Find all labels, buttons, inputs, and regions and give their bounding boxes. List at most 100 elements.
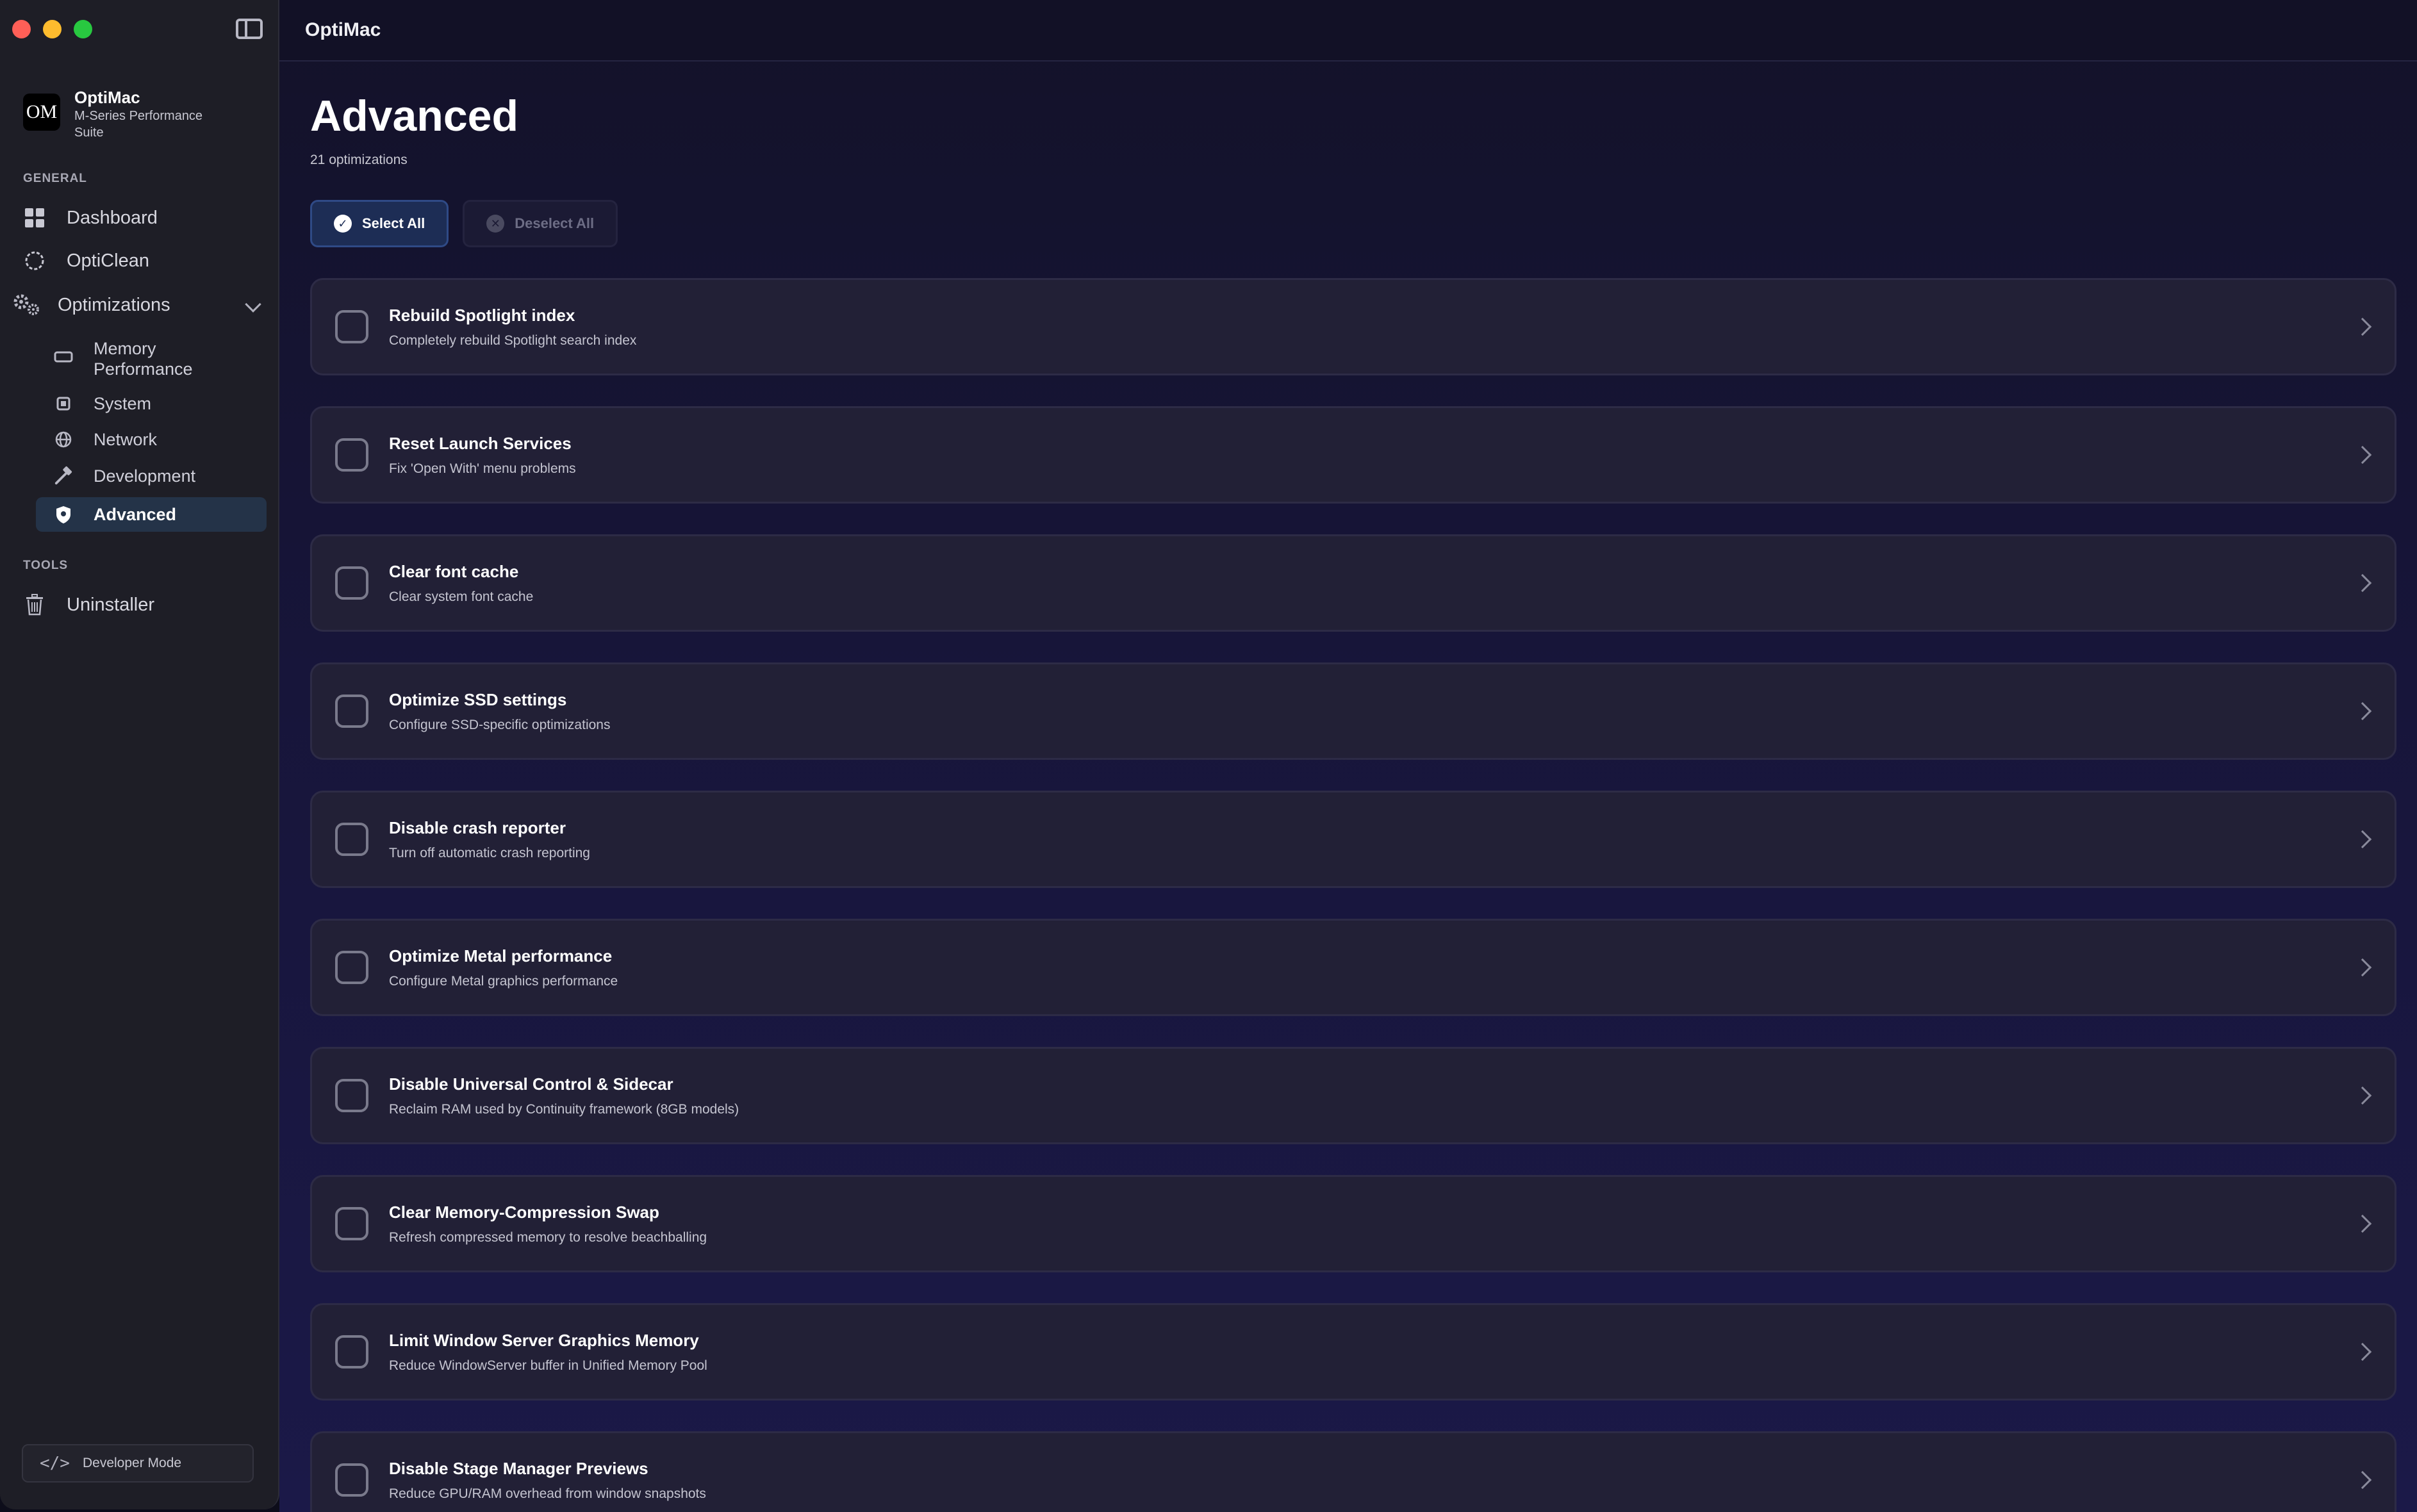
item-description: Turn off automatic crash reporting bbox=[389, 845, 590, 860]
sidebar-item-label: Dashboard bbox=[67, 207, 158, 228]
chevron-right-icon[interactable] bbox=[2353, 573, 2372, 593]
sidebar-item-label: System bbox=[94, 393, 152, 413]
chevron-right-icon[interactable] bbox=[2353, 1214, 2372, 1233]
circle-icon bbox=[23, 249, 46, 272]
sidebar-item-label: Optimizations bbox=[58, 294, 170, 315]
chevron-right-icon[interactable] bbox=[2353, 317, 2372, 336]
app-subtitle: M-Series Performance Suite bbox=[74, 109, 203, 140]
item-checkbox[interactable] bbox=[335, 823, 368, 856]
sidebar-item-opticlean[interactable]: OptiClean bbox=[23, 249, 149, 272]
app-window: OM OptiMac M-Series Performance Suite GE… bbox=[0, 0, 2417, 1512]
section-label-tools: TOOLS bbox=[23, 559, 69, 572]
item-description: Reclaim RAM used by Continuity framework… bbox=[389, 1101, 739, 1117]
developer-mode-label: Developer Mode bbox=[82, 1456, 182, 1470]
item-checkbox[interactable] bbox=[335, 1079, 368, 1112]
list-item[interactable]: Optimize SSD settings Configure SSD-spec… bbox=[310, 662, 2396, 760]
sidebar-item-development[interactable]: Development bbox=[36, 462, 267, 490]
list-item[interactable]: Limit Window Server Graphics Memory Redu… bbox=[310, 1303, 2396, 1401]
sidebar-toggle-icon[interactable] bbox=[236, 19, 263, 39]
window-controls bbox=[12, 20, 92, 38]
item-title: Disable Universal Control & Sidecar bbox=[389, 1074, 673, 1094]
sidebar-item-memory-performance[interactable]: Memory Performance bbox=[36, 336, 267, 381]
item-checkbox[interactable] bbox=[335, 1335, 368, 1368]
developer-mode-button[interactable]: </> Developer Mode bbox=[22, 1444, 254, 1483]
sidebar-item-label: OptiClean bbox=[67, 250, 149, 271]
globe-icon bbox=[54, 430, 73, 449]
optimization-count: 21 optimizations bbox=[310, 152, 408, 167]
item-title: Rebuild Spotlight index bbox=[389, 305, 575, 325]
item-checkbox[interactable] bbox=[335, 951, 368, 984]
item-title: Reset Launch Services bbox=[389, 433, 572, 453]
sidebar-item-label: Development bbox=[94, 466, 196, 486]
sidebar-item-advanced[interactable]: Advanced bbox=[36, 497, 267, 532]
sidebar-item-optimizations[interactable]: Optimizations bbox=[12, 293, 170, 316]
chevron-right-icon[interactable] bbox=[2353, 702, 2372, 721]
chevron-right-icon[interactable] bbox=[2353, 1086, 2372, 1105]
item-description: Completely rebuild Spotlight search inde… bbox=[389, 333, 637, 348]
item-title: Optimize Metal performance bbox=[389, 946, 613, 966]
chevron-right-icon[interactable] bbox=[2353, 445, 2372, 464]
chevron-right-icon[interactable] bbox=[2353, 1342, 2372, 1361]
main-content: OptiMac Advanced 21 optimizations ✓ Sele… bbox=[279, 0, 2417, 1512]
memory-icon bbox=[54, 347, 73, 366]
sidebar-item-network[interactable]: Network bbox=[36, 425, 267, 454]
deselect-all-button[interactable]: ✕ Deselect All bbox=[463, 200, 618, 247]
item-checkbox[interactable] bbox=[335, 694, 368, 728]
list-item[interactable]: Optimize Metal performance Configure Met… bbox=[310, 919, 2396, 1016]
list-item[interactable]: Reset Launch Services Fix 'Open With' me… bbox=[310, 406, 2396, 504]
item-description: Configure SSD-specific optimizations bbox=[389, 717, 611, 732]
app-name: OptiMac bbox=[74, 88, 140, 107]
item-description: Refresh compressed memory to resolve bea… bbox=[389, 1229, 707, 1245]
item-title: Limit Window Server Graphics Memory bbox=[389, 1330, 699, 1350]
list-item[interactable]: Clear font cache Clear system font cache bbox=[310, 534, 2396, 632]
item-checkbox[interactable] bbox=[335, 1463, 368, 1497]
item-checkbox[interactable] bbox=[335, 566, 368, 600]
zoom-window-button[interactable] bbox=[74, 20, 92, 38]
title-bar: OptiMac bbox=[279, 0, 2417, 62]
deselect-all-label: Deselect All bbox=[515, 215, 595, 231]
optimization-list: Rebuild Spotlight index Completely rebui… bbox=[310, 278, 2396, 1512]
list-item[interactable]: Disable Universal Control & Sidecar Recl… bbox=[310, 1047, 2396, 1144]
item-checkbox[interactable] bbox=[335, 310, 368, 343]
item-title: Optimize SSD settings bbox=[389, 689, 567, 709]
item-description: Reduce WindowServer buffer in Unified Me… bbox=[389, 1358, 707, 1373]
cpu-icon bbox=[54, 394, 73, 413]
item-description: Configure Metal graphics performance bbox=[389, 973, 618, 989]
window-title: OptiMac bbox=[305, 19, 381, 40]
select-all-button[interactable]: ✓ Select All bbox=[310, 200, 449, 247]
chevron-down-icon[interactable] bbox=[245, 296, 261, 313]
app-logo: OM bbox=[23, 94, 60, 131]
item-title: Clear Memory-Compression Swap bbox=[389, 1202, 659, 1222]
list-item[interactable]: Clear Memory-Compression Swap Refresh co… bbox=[310, 1175, 2396, 1272]
chevron-right-icon[interactable] bbox=[2353, 958, 2372, 977]
code-icon: </> bbox=[40, 1454, 70, 1473]
sidebar-item-system[interactable]: System bbox=[36, 390, 267, 418]
list-item[interactable]: Disable Stage Manager Previews Reduce GP… bbox=[310, 1431, 2396, 1512]
brand: OM OptiMac M-Series Performance Suite bbox=[23, 87, 235, 141]
item-description: Fix 'Open With' menu problems bbox=[389, 461, 576, 476]
sidebar-item-uninstaller[interactable]: Uninstaller bbox=[23, 593, 154, 616]
chevron-right-icon[interactable] bbox=[2353, 830, 2372, 849]
sidebar-item-label: Advanced bbox=[94, 504, 177, 524]
item-checkbox[interactable] bbox=[335, 438, 368, 472]
check-circle-icon: ✓ bbox=[334, 215, 352, 233]
sidebar-item-label: Uninstaller bbox=[67, 594, 154, 615]
list-item[interactable]: Disable crash reporter Turn off automati… bbox=[310, 791, 2396, 888]
gears-icon bbox=[12, 293, 42, 316]
shield-icon bbox=[54, 505, 73, 524]
x-circle-icon: ✕ bbox=[486, 215, 505, 233]
sidebar-item-label: Memory Performance bbox=[94, 339, 193, 379]
hammer-icon bbox=[54, 466, 73, 486]
close-window-button[interactable] bbox=[12, 20, 31, 38]
item-description: Clear system font cache bbox=[389, 589, 534, 604]
item-checkbox[interactable] bbox=[335, 1207, 368, 1240]
sidebar-item-dashboard[interactable]: Dashboard bbox=[23, 206, 158, 229]
chevron-right-icon[interactable] bbox=[2353, 1470, 2372, 1490]
item-title: Disable crash reporter bbox=[389, 818, 566, 837]
page-title: Advanced bbox=[310, 92, 518, 140]
grid-icon bbox=[23, 206, 46, 229]
selection-toolbar: ✓ Select All ✕ Deselect All bbox=[310, 200, 618, 247]
minimize-window-button[interactable] bbox=[43, 20, 62, 38]
list-item[interactable]: Rebuild Spotlight index Completely rebui… bbox=[310, 278, 2396, 375]
sidebar-item-label: Network bbox=[94, 429, 158, 449]
